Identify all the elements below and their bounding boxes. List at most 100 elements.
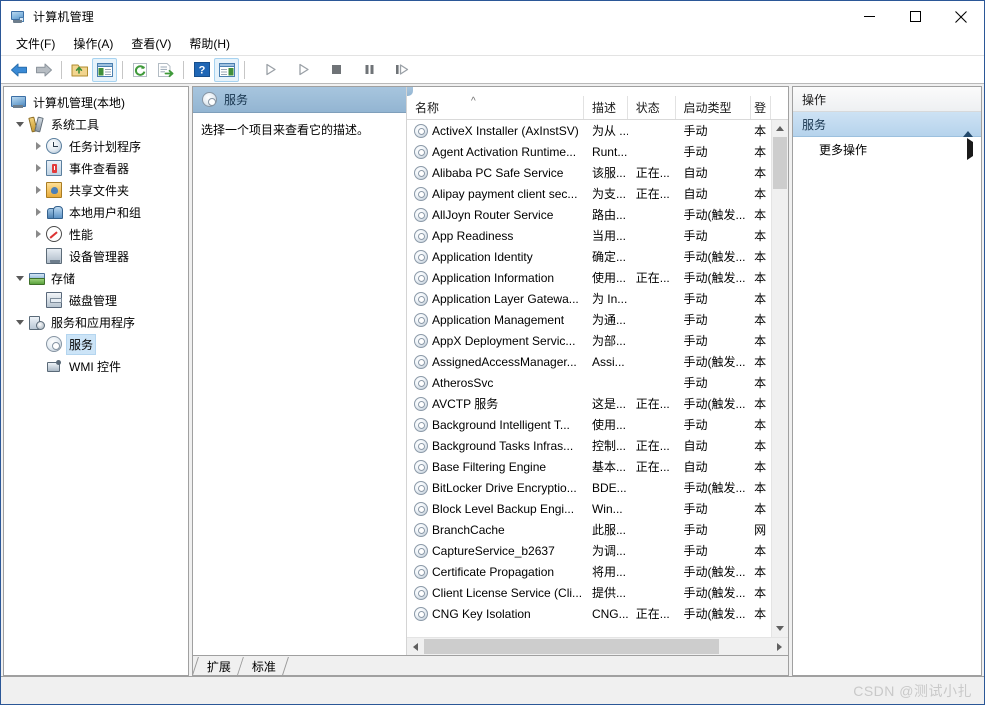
column-header-description[interactable]: 描述 (584, 96, 628, 119)
tree-item-storage[interactable]: 存储 (4, 267, 188, 289)
actions-group-services[interactable]: 服务 (793, 112, 981, 137)
service-row[interactable]: Agent Activation Runtime... Runt... 手动 本 (407, 141, 771, 162)
service-row[interactable]: Background Intelligent T... 使用... 手动 本 (407, 414, 771, 435)
local-users-groups-icon (46, 204, 63, 220)
tree-item-system-tools[interactable]: 系统工具 (4, 113, 188, 135)
menu-help[interactable]: 帮助(H) (180, 32, 239, 55)
stop-service-button[interactable] (324, 58, 349, 82)
service-row[interactable]: Block Level Backup Engi... Win... 手动 本 (407, 498, 771, 519)
show-hide-console-tree-button[interactable] (92, 57, 117, 82)
service-row[interactable]: Client License Service (Cli... 提供... 手动(触发… (407, 582, 771, 603)
service-name-cell: Application Information (407, 270, 584, 285)
tab-extended[interactable]: 扩展 (193, 657, 244, 675)
menu-view[interactable]: 查看(V) (122, 32, 180, 55)
service-status-cell: 正在... (635, 271, 670, 285)
service-name-cell: Background Tasks Infras... (407, 438, 584, 453)
service-row[interactable]: AtherosSvc 手动 本 (407, 372, 771, 393)
horizontal-scrollbar[interactable] (407, 637, 788, 655)
horizontal-scroll-thumb[interactable] (424, 639, 719, 654)
service-row[interactable]: Application Management 为通... 手动 本 (407, 309, 771, 330)
tree-item-event-viewer[interactable]: 事件查看器 (4, 157, 188, 179)
show-action-pane-button[interactable] (214, 57, 239, 82)
column-header-log-on-as[interactable]: 登 (751, 96, 772, 119)
service-row[interactable]: Application Layer Gatewa... 为 In... 手动 本 (407, 288, 771, 309)
service-row[interactable]: AppX Deployment Servic... 为部... 手动 本 (407, 330, 771, 351)
service-row[interactable]: Application Identity 确定... 手动(触发... 本 (407, 246, 771, 267)
tree-item-device-manager[interactable]: 设备管理器 (4, 245, 188, 267)
refresh-button[interactable] (128, 58, 153, 82)
scroll-up-button[interactable] (772, 120, 788, 137)
expander-right-icon[interactable] (30, 223, 46, 245)
close-button[interactable] (938, 1, 984, 32)
expander-down-icon[interactable] (12, 113, 28, 135)
service-name-cell: Block Level Backup Engi... (407, 501, 584, 516)
service-list-body: ActiveX Installer (AxInstSV) 为从 ... 手动本 Age… (407, 120, 788, 637)
column-header-startup-type[interactable]: 启动类型 (676, 96, 752, 119)
up-one-level-button[interactable] (67, 58, 92, 82)
service-row[interactable]: Certificate Propagation 将用... 手动(触发... 本 (407, 561, 771, 582)
service-row[interactable]: ActiveX Installer (AxInstSV) 为从 ... 手动 本 (407, 120, 771, 141)
export-list-button[interactable] (153, 58, 178, 82)
resume-service-button[interactable] (390, 58, 415, 82)
service-name-cell: AtherosSvc (407, 375, 584, 390)
tree-item-disk-management[interactable]: 磁盘管理 (4, 289, 188, 311)
expander-right-icon[interactable] (30, 179, 46, 201)
vertical-scrollbar[interactable] (771, 120, 788, 637)
back-button[interactable] (6, 58, 31, 82)
service-row[interactable]: Alipay payment client sec... 为支... 正在... 自动… (407, 183, 771, 204)
service-rows: ActiveX Installer (AxInstSV) 为从 ... 手动本 Age… (407, 120, 771, 637)
service-row[interactable]: BitLocker Drive Encryptio... BDE... 手动(触发.… (407, 477, 771, 498)
service-row[interactable]: CNG Key Isolation CNG... 正在... 手动(触发... 本 (407, 603, 771, 624)
service-name-cell: BranchCache (407, 522, 584, 537)
service-row[interactable]: App Readiness 当用... 手动 本 (407, 225, 771, 246)
column-header-name[interactable]: 名称 ^ (407, 96, 584, 119)
tree-item-label: 任务计划程序 (69, 139, 142, 154)
start-service-button[interactable] (258, 58, 283, 82)
scroll-down-button[interactable] (772, 620, 788, 637)
column-header-label: 名称 (415, 101, 440, 115)
column-header-status[interactable]: 状态 (628, 96, 676, 119)
expander-down-icon[interactable] (12, 311, 28, 333)
tree-item-local-users-groups[interactable]: 本地用户和组 (4, 201, 188, 223)
menu-file[interactable]: 文件(F) (7, 32, 64, 55)
tree-item-root[interactable]: 计算机管理(本地) (4, 91, 188, 113)
vertical-scroll-thumb[interactable] (773, 137, 787, 189)
expander-right-icon[interactable] (30, 201, 46, 223)
tree-item-task-scheduler[interactable]: 任务计划程序 (4, 135, 188, 157)
services-split: 服务 选择一个项目来查看它的描述。 名称 ^ 描述 状态 启动类型 登 Acti… (193, 87, 788, 637)
menu-action[interactable]: 操作(A) (64, 32, 122, 55)
tree-item-performance[interactable]: 性能 (4, 223, 188, 245)
service-row[interactable]: Base Filtering Engine 基本... 正在... 自动 本 (407, 456, 771, 477)
horizontal-scroll-track[interactable] (424, 638, 771, 655)
expander-right-icon[interactable] (30, 157, 46, 179)
minimize-button[interactable] (846, 1, 892, 32)
scroll-left-button[interactable] (407, 638, 424, 655)
service-row[interactable]: AllJoyn Router Service 路由... 手动(触发... 本 (407, 204, 771, 225)
vertical-scroll-track[interactable] (772, 137, 788, 620)
action-more-actions[interactable]: 更多操作 (793, 137, 981, 161)
service-row[interactable]: Application Information 使用... 正在... 手动(触发..… (407, 267, 771, 288)
restart-service-button[interactable] (291, 58, 316, 82)
service-row[interactable]: AVCTP 服务 这是... 正在... 手动(触发... 本 (407, 393, 771, 414)
caret-up-icon[interactable] (963, 117, 973, 137)
tree-item-wmi-control[interactable]: WMI 控件 (4, 355, 188, 377)
tree-item-services-and-applications[interactable]: 服务和应用程序 (4, 311, 188, 333)
service-name: AtherosSvc (432, 375, 494, 390)
maximize-button[interactable] (892, 1, 938, 32)
help-button[interactable]: ? (189, 58, 214, 82)
pause-service-button[interactable] (357, 58, 382, 82)
expander-right-icon[interactable] (30, 135, 46, 157)
expander-down-icon[interactable] (12, 267, 28, 289)
service-row[interactable]: CaptureService_b2637 为调... 手动 本 (407, 540, 771, 561)
service-row[interactable]: Background Tasks Infras... 控制... 正在... 自动 本 (407, 435, 771, 456)
service-name: Application Layer Gatewa... (432, 291, 579, 306)
scroll-right-button[interactable] (771, 638, 788, 655)
tree-item-shared-folders[interactable]: 共享文件夹 (4, 179, 188, 201)
service-row[interactable]: AssignedAccessManager... Assi... 手动(触发... 本 (407, 351, 771, 372)
service-row[interactable]: Alibaba PC Safe Service 该服... 正在... 自动 本 (407, 162, 771, 183)
tree-item-services[interactable]: 服务 (4, 333, 188, 355)
tree-item-label: 存储 (51, 271, 76, 286)
forward-button[interactable] (31, 58, 56, 82)
tab-standard[interactable]: 标准 (238, 657, 289, 675)
service-row[interactable]: BranchCache 此服... 手动 网 (407, 519, 771, 540)
